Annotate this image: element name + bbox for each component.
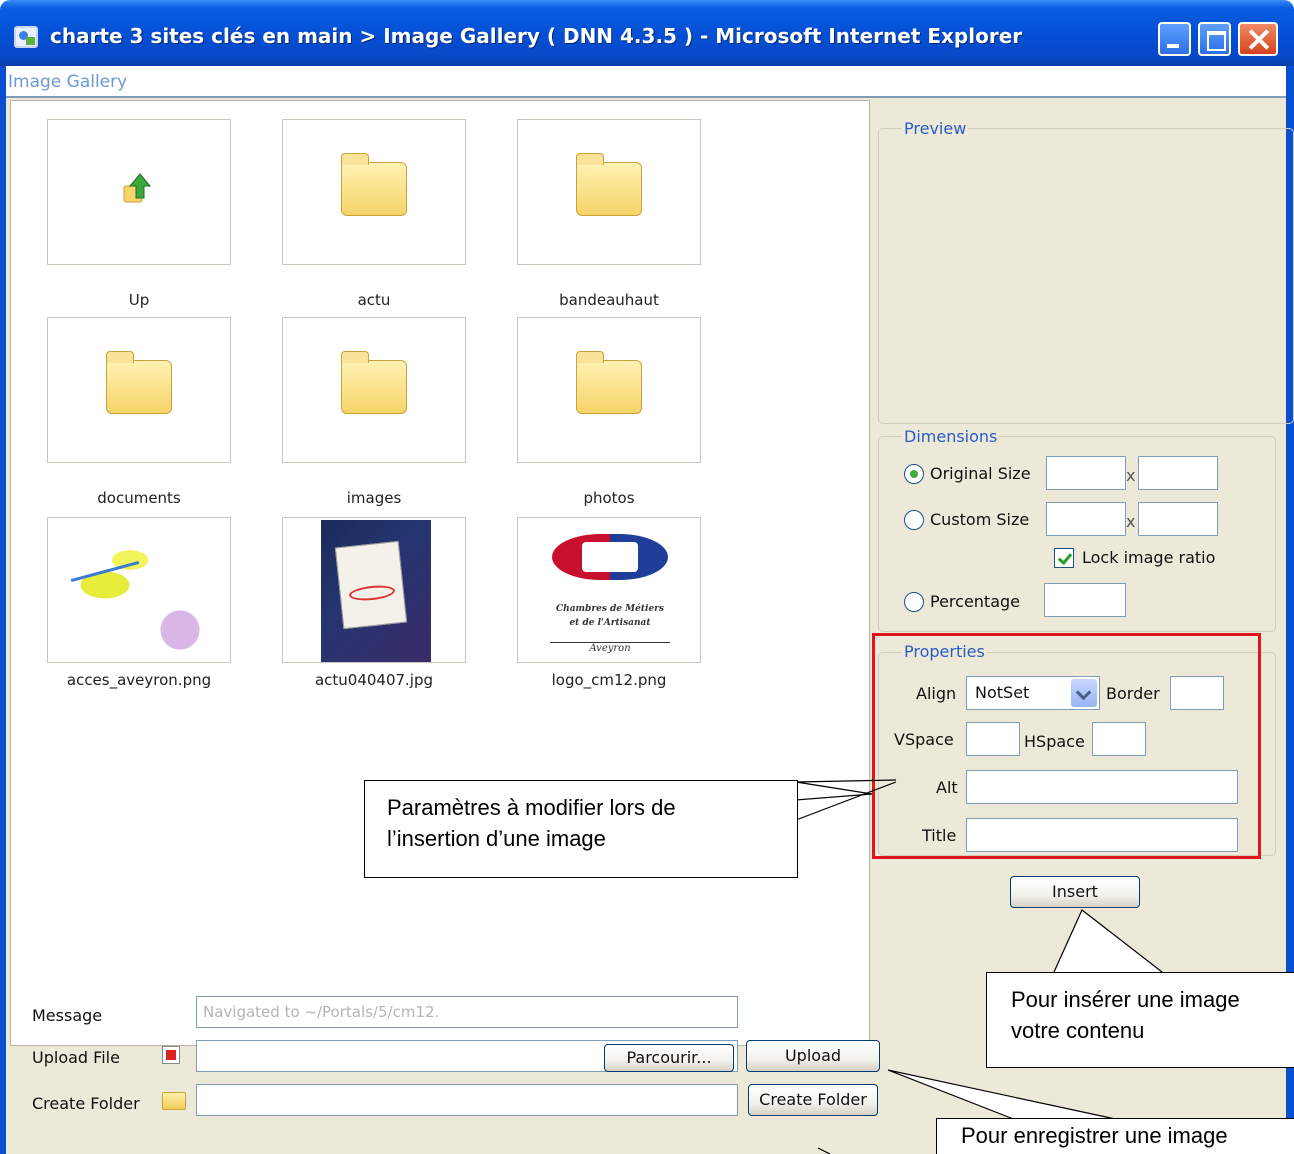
lock-ratio-label: Lock image ratio	[1082, 548, 1216, 567]
folder-icon	[341, 351, 407, 414]
folder-icon	[576, 351, 642, 414]
original-width-input[interactable]	[1046, 456, 1126, 490]
upload-button[interactable]: Upload	[746, 1040, 880, 1072]
create-folder-button[interactable]: Create Folder	[748, 1084, 878, 1116]
close-button[interactable]	[1238, 22, 1278, 56]
thumbnail-panel[interactable]: Up actu bandeauhaut documents images pho…	[10, 100, 870, 1046]
percentage-input[interactable]	[1044, 583, 1126, 617]
gallery-header-title: Image Gallery	[8, 72, 128, 92]
thumbnail-label: images	[346, 489, 402, 507]
thumbnail-label: actu	[357, 291, 391, 309]
gallery-item-image[interactable]: acces_aveyron.png	[47, 517, 231, 689]
thumbnail-frame[interactable]	[47, 317, 231, 463]
thumbnail-label: photos	[583, 489, 635, 507]
callout-insert: Pour insérer une image votre contenu	[986, 972, 1294, 1068]
dimensions-legend: Dimensions	[902, 427, 1000, 446]
thumbnail-frame[interactable]	[282, 317, 466, 463]
create-folder-label: Create Folder	[32, 1094, 140, 1113]
callout-text-line: l’insertion d’une image	[387, 825, 606, 851]
percentage-radio[interactable]	[904, 592, 924, 612]
gallery-item-folder[interactable]: actu	[282, 119, 466, 309]
preview-group	[878, 128, 1294, 424]
message-field: Navigated to ~/Portals/5/cm12.	[196, 996, 738, 1028]
logo-text-line: Aveyron	[550, 642, 670, 654]
callout-text-line: Pour enregistrer une image	[961, 1123, 1228, 1148]
original-height-input[interactable]	[1138, 456, 1218, 490]
minimize-button[interactable]	[1158, 22, 1191, 56]
custom-width-input[interactable]	[1046, 502, 1126, 536]
percentage-label: Percentage	[930, 592, 1021, 611]
photo-thumbnail-image	[321, 520, 431, 662]
callout-parameters: Paramètres à modifier lors de l’insertio…	[364, 780, 798, 878]
gallery-item-folder[interactable]: images	[282, 317, 466, 507]
preview-legend: Preview	[902, 119, 969, 138]
message-text: Navigated to ~/Portals/5/cm12.	[203, 1003, 440, 1021]
cma-logo	[552, 534, 668, 580]
thumbnail-label: logo_cm12.png	[551, 671, 667, 689]
thumbnail-frame[interactable]	[282, 517, 466, 663]
original-size-radio[interactable]	[904, 464, 924, 484]
custom-size-label: Custom Size	[930, 510, 1030, 529]
folder-icon	[341, 153, 407, 216]
folder-icon	[576, 153, 642, 216]
custom-size-radio[interactable]	[904, 510, 924, 530]
callout-text-line: Pour insérer une image	[1011, 987, 1240, 1012]
browse-button[interactable]: Parcourir...	[604, 1044, 734, 1072]
thumbnail-frame[interactable]: Chambres de Métiers et de l'Artisanat Av…	[517, 517, 701, 663]
gallery-item-folder[interactable]: bandeauhaut	[517, 119, 701, 309]
callout-text-line: Paramètres à modifier lors de	[387, 795, 676, 820]
dimension-separator: x	[1126, 512, 1136, 531]
create-folder-input[interactable]	[196, 1084, 738, 1116]
lock-ratio-checkbox[interactable]	[1054, 548, 1074, 568]
callout-save: Pour enregistrer une image	[936, 1118, 1294, 1154]
custom-height-input[interactable]	[1138, 502, 1218, 536]
insert-button[interactable]: Insert	[1010, 876, 1140, 908]
title-bar: charte 3 sites clés en main > Image Gall…	[0, 0, 1294, 66]
window-title: charte 3 sites clés en main > Image Gall…	[50, 24, 1023, 48]
thumbnail-frame[interactable]	[47, 517, 231, 663]
gallery-item-image[interactable]: Chambres de Métiers et de l'Artisanat Av…	[517, 517, 701, 689]
gallery-item-up[interactable]: Up	[47, 119, 231, 309]
thumbnail-label: actu040407.jpg	[314, 671, 434, 689]
logo-text-line: Chambres de Métiers	[556, 604, 664, 614]
thumbnail-label: acces_aveyron.png	[66, 671, 212, 689]
properties-highlight-box	[872, 633, 1261, 859]
thumbnail-frame[interactable]	[282, 119, 466, 265]
folder-icon	[162, 1092, 186, 1110]
maximize-button[interactable]	[1198, 22, 1231, 56]
thumbnail-frame[interactable]	[517, 119, 701, 265]
logo-text-line: et de l'Artisanat	[569, 618, 651, 628]
gallery-header: Image Gallery	[6, 66, 1286, 98]
folder-up-icon	[123, 173, 152, 203]
gallery-item-folder[interactable]: photos	[517, 317, 701, 507]
thumbnail-label: Up	[128, 291, 150, 309]
ie-window-icon	[14, 26, 38, 48]
callout-text-line: votre contenu	[1011, 1017, 1145, 1043]
thumbnail-label: documents	[97, 489, 181, 507]
dimension-separator: x	[1126, 466, 1136, 485]
logo-thumbnail-image: Chambres de Métiers et de l'Artisanat Av…	[518, 518, 702, 664]
thumbnail-frame[interactable]	[47, 119, 231, 265]
message-label: Message	[32, 1006, 103, 1025]
map-thumbnail-image	[50, 530, 228, 660]
thumbnail-frame[interactable]	[517, 317, 701, 463]
thumbnail-label: bandeauhaut	[559, 291, 659, 309]
original-size-label: Original Size	[930, 464, 1031, 483]
gallery-item-image[interactable]: actu040407.jpg	[282, 517, 466, 689]
upload-file-icon	[162, 1046, 180, 1064]
upload-file-label: Upload File	[32, 1048, 120, 1067]
folder-icon	[106, 351, 172, 414]
gallery-item-folder[interactable]: documents	[47, 317, 231, 507]
